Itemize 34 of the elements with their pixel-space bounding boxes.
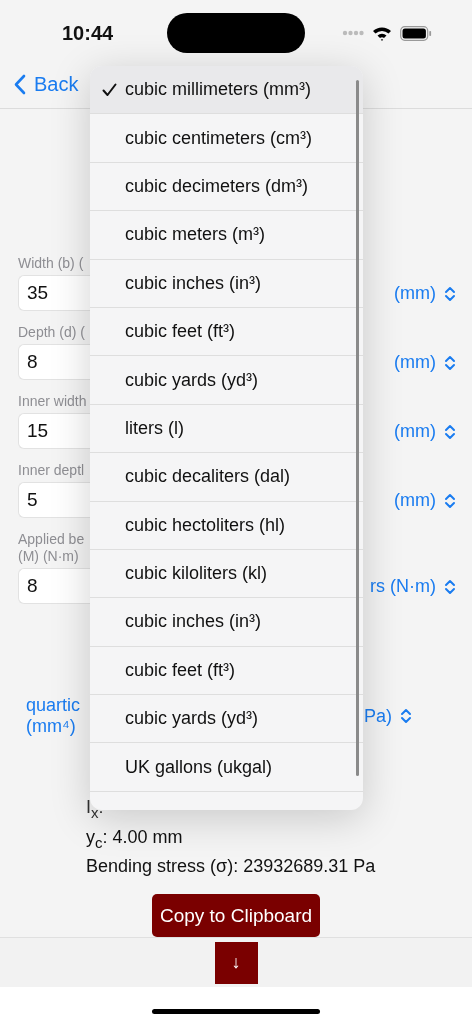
chevron-up-down-icon xyxy=(444,423,456,440)
unit-picker[interactable]: quartic (mm⁴) xyxy=(26,695,81,737)
chevron-left-icon xyxy=(14,73,26,95)
field-label: Inner deptl xyxy=(18,462,86,479)
field-label: Inner width xyxy=(18,393,88,410)
signal-icon xyxy=(342,30,364,36)
wifi-icon xyxy=(372,25,392,41)
battery-icon xyxy=(400,25,432,41)
scroll-down-button[interactable]: ↓ xyxy=(214,941,258,984)
field-label: Depth (d) ( xyxy=(18,324,86,341)
input-field[interactable]: 15 xyxy=(18,413,90,449)
unit-picker[interactable]: Pa) xyxy=(364,705,412,727)
chevron-up-down-icon xyxy=(444,354,456,371)
input-field[interactable]: 8 xyxy=(18,344,90,380)
result-line: Bending stress (σ): 23932689.31 Pa xyxy=(86,855,377,879)
field-label: Width (b) ( xyxy=(18,255,85,272)
unit-picker[interactable]: (mm) xyxy=(394,421,456,442)
chevron-up-down-icon xyxy=(444,285,456,302)
chevron-up-down-icon xyxy=(444,492,456,509)
input-field[interactable]: 35 xyxy=(18,275,90,311)
input-field[interactable]: 8 xyxy=(18,568,90,604)
back-button[interactable]: Back xyxy=(14,72,79,96)
field-label: Applied be (M) (N·m) xyxy=(18,531,86,565)
chevron-up-down-icon xyxy=(400,708,412,724)
unit-picker[interactable]: (mm) xyxy=(394,283,456,304)
chevron-up-down-icon xyxy=(444,578,456,595)
copy-button[interactable]: Copy to Clipboard xyxy=(151,894,321,937)
menu-item[interactable]: cubic millimeters (mm³) xyxy=(90,66,363,115)
unit-picker[interactable]: (mm) xyxy=(394,352,456,373)
clock-time: 10:44 xyxy=(62,21,114,45)
unit-picker[interactable]: (mm) xyxy=(394,490,456,511)
result-line: y$_{c}$: 4.00 mm xyxy=(86,825,184,853)
unit-picker[interactable]: rs (N·m) xyxy=(370,576,456,597)
input-field[interactable]: 5 xyxy=(18,482,90,518)
